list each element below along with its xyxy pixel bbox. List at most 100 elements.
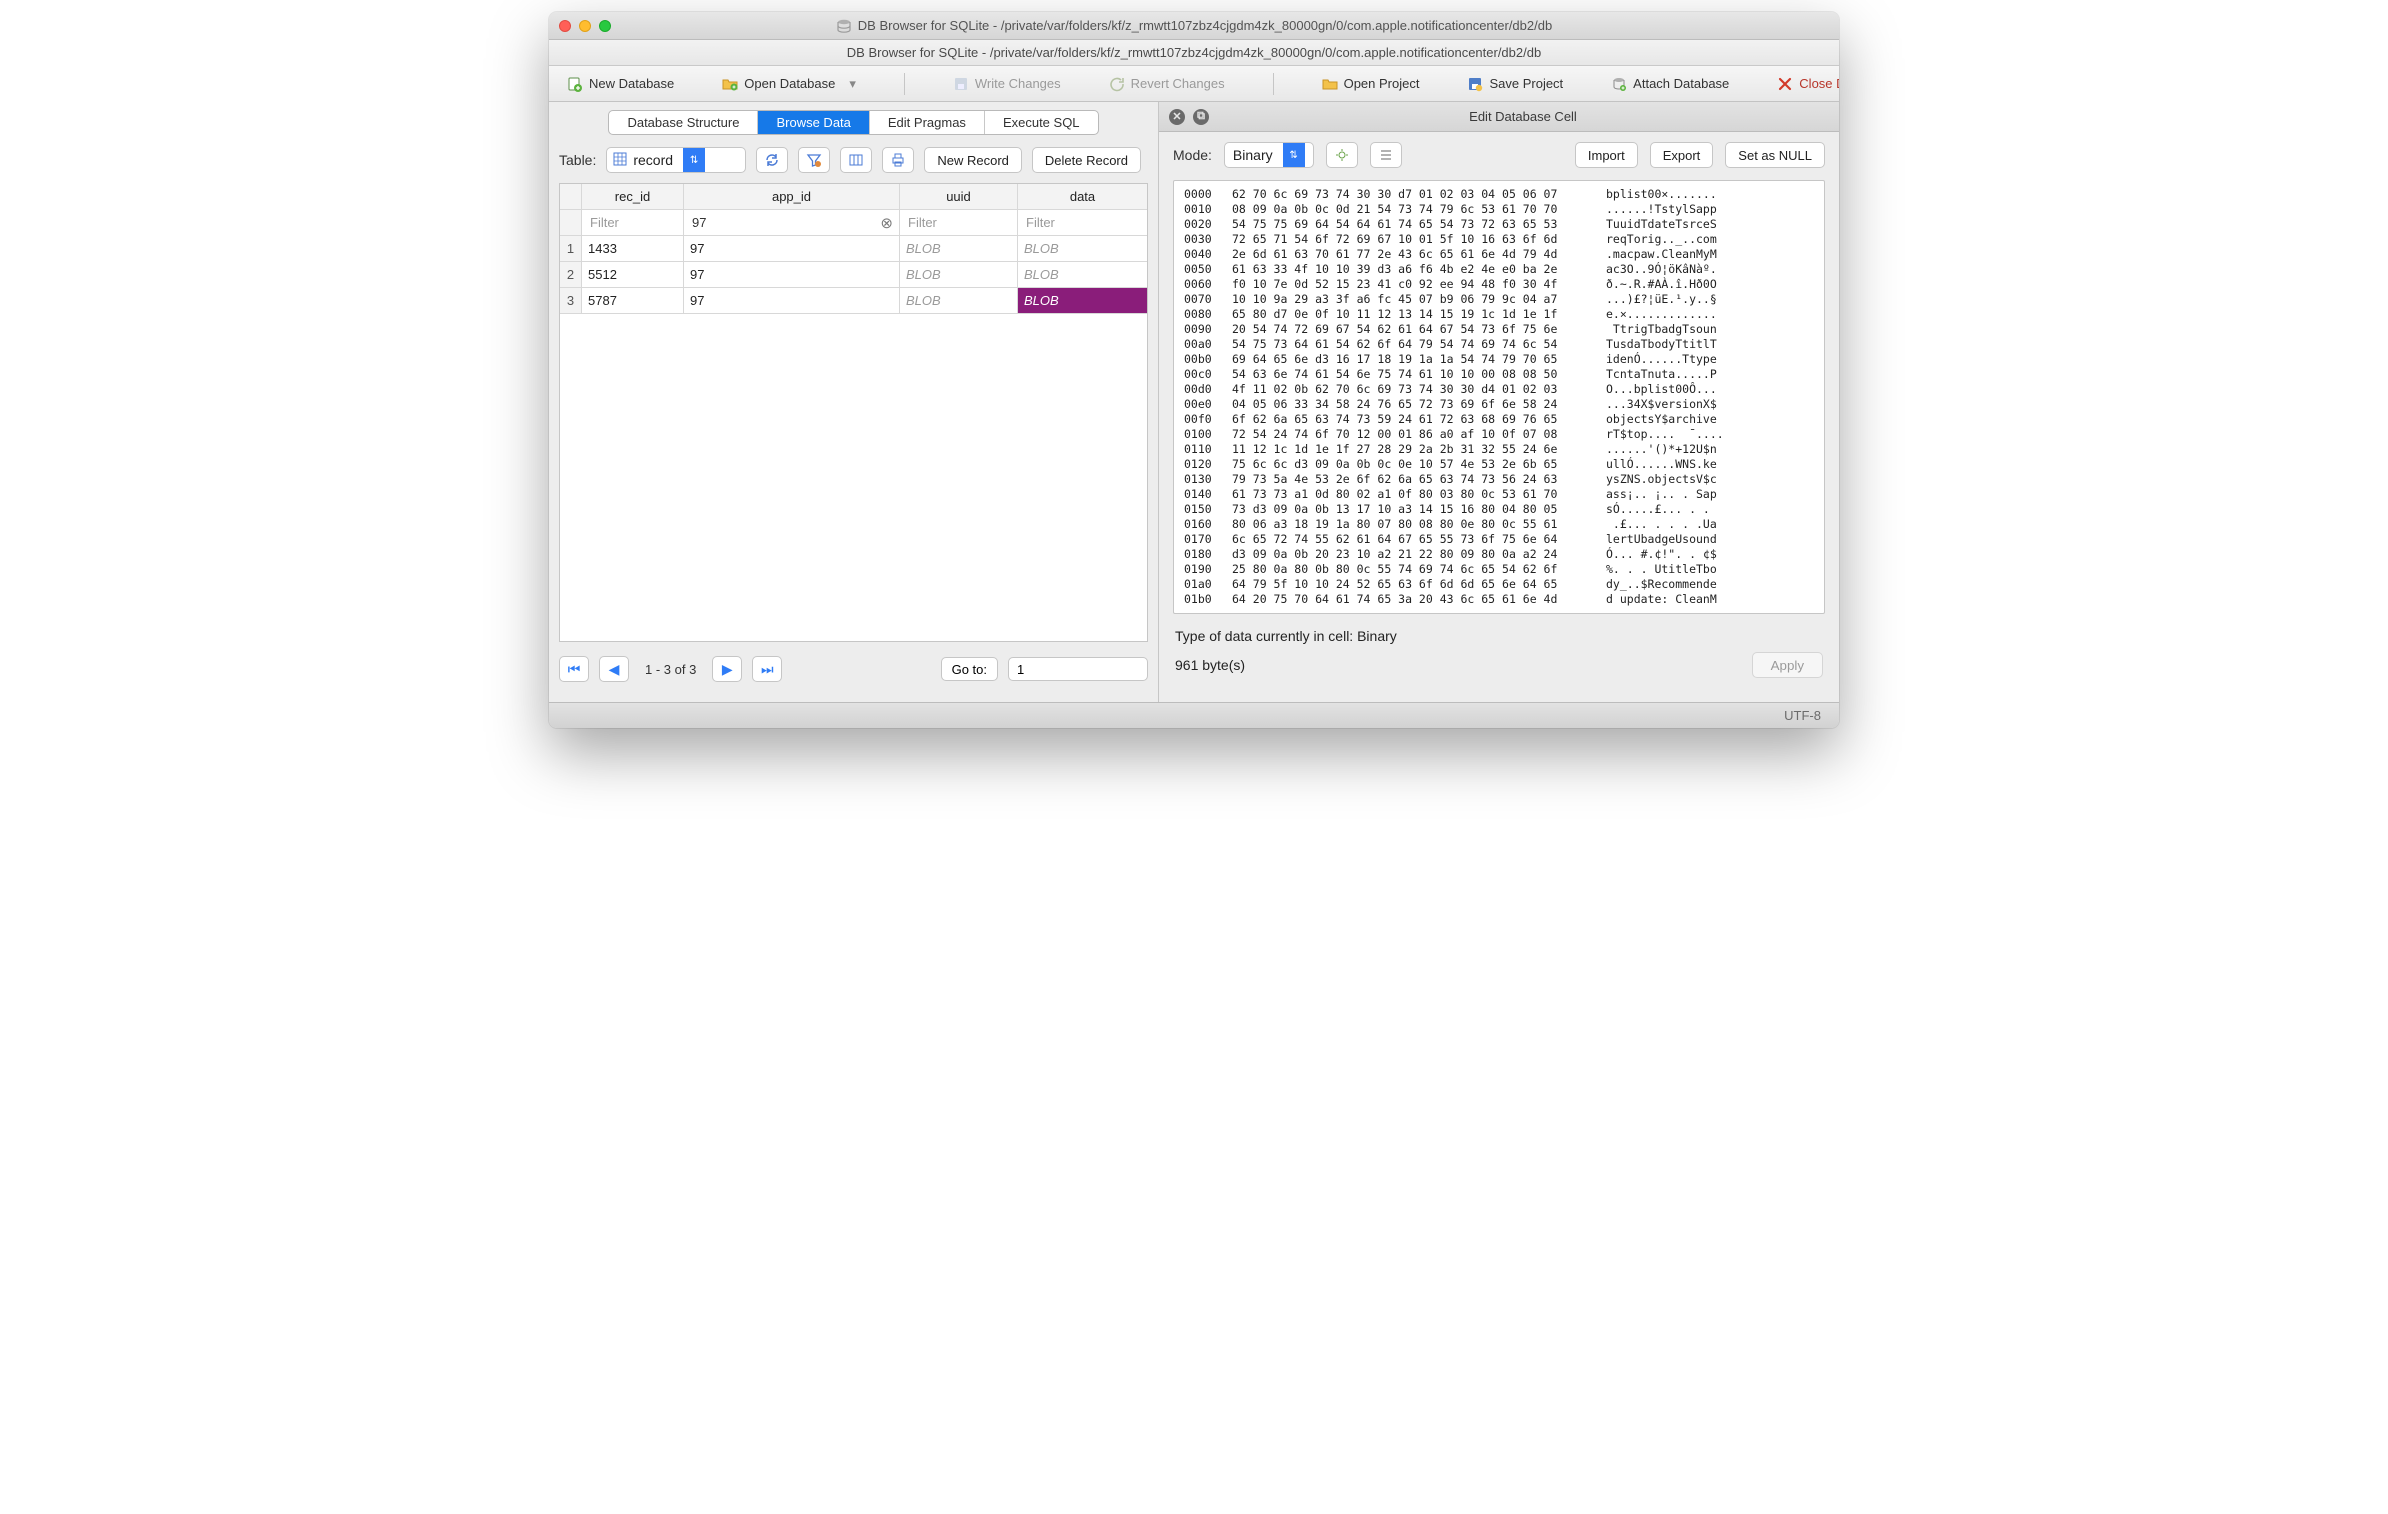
encoding-indicator[interactable]: UTF-8 bbox=[1784, 708, 1821, 723]
pager: ⏮ ◀ 1 - 3 of 3 ▶ ⏭ Go to: bbox=[549, 642, 1158, 702]
grid-header-row: rec_id app_id uuid data bbox=[560, 184, 1147, 210]
cell-uuid[interactable]: BLOB bbox=[900, 262, 1018, 287]
main-tabs: Database Structure Browse Data Edit Prag… bbox=[549, 102, 1158, 141]
traffic-lights bbox=[559, 20, 611, 32]
table-row[interactable]: 3 5787 97 BLOB BLOB bbox=[560, 288, 1147, 314]
tab-database-structure[interactable]: Database Structure bbox=[609, 111, 758, 134]
prev-page-button[interactable]: ◀ bbox=[599, 656, 629, 682]
delete-record-button[interactable]: Delete Record bbox=[1032, 147, 1141, 173]
cell-uuid[interactable]: BLOB bbox=[900, 236, 1018, 261]
col-header-rec-id[interactable]: rec_id bbox=[582, 184, 684, 209]
cell-rec-id[interactable]: 5787 bbox=[582, 288, 684, 313]
filter-uuid[interactable] bbox=[900, 210, 1018, 235]
apply-button: Apply bbox=[1752, 652, 1823, 678]
revert-icon bbox=[1109, 76, 1125, 92]
import-button[interactable]: Import bbox=[1575, 142, 1638, 168]
cell-app-id[interactable]: 97 bbox=[684, 262, 900, 287]
new-record-button[interactable]: New Record bbox=[924, 147, 1022, 173]
open-database-icon bbox=[722, 76, 738, 92]
clear-filter-icon[interactable]: ⊗ bbox=[880, 214, 893, 232]
save-icon bbox=[953, 76, 969, 92]
cell-editor-toolbar: Mode: Binary ⇅ Import Export Set as NULL bbox=[1159, 132, 1839, 174]
main-toolbar: New Database Open Database Write Changes… bbox=[549, 66, 1839, 102]
table-row[interactable]: 1 1433 97 BLOB BLOB bbox=[560, 236, 1147, 262]
table-icon bbox=[607, 152, 633, 169]
new-database-icon bbox=[567, 76, 583, 92]
cell-data[interactable]: BLOB bbox=[1018, 236, 1147, 261]
cell-type-status: Type of data currently in cell: Binary bbox=[1159, 624, 1839, 648]
zoom-window-button[interactable] bbox=[599, 20, 611, 32]
refresh-button[interactable] bbox=[756, 147, 788, 173]
auto-format-button[interactable] bbox=[1326, 142, 1358, 168]
cell-uuid[interactable]: BLOB bbox=[900, 288, 1018, 313]
attach-icon bbox=[1611, 76, 1627, 92]
mode-select[interactable]: Binary ⇅ bbox=[1224, 142, 1314, 168]
close-icon bbox=[1777, 76, 1793, 92]
table-row[interactable]: 2 5512 97 BLOB BLOB bbox=[560, 262, 1147, 288]
goto-button[interactable]: Go to: bbox=[941, 657, 998, 681]
cell-editor-title: Edit Database Cell bbox=[1217, 109, 1829, 124]
detach-panel-icon[interactable]: ⧉ bbox=[1193, 109, 1209, 125]
tab-browse-data[interactable]: Browse Data bbox=[758, 111, 869, 134]
cell-app-id[interactable]: 97 bbox=[684, 236, 900, 261]
cell-rec-id[interactable]: 1433 bbox=[582, 236, 684, 261]
printer-icon bbox=[890, 152, 906, 168]
filter-input-rec-id[interactable] bbox=[588, 214, 677, 231]
table-select[interactable]: record ⇅ bbox=[606, 147, 746, 173]
first-page-button[interactable]: ⏮ bbox=[559, 656, 589, 682]
hex-viewer[interactable]: 000062 70 6c 69 73 74 30 30 d7 01 02 03 … bbox=[1173, 180, 1825, 614]
open-database-button[interactable]: Open Database bbox=[718, 74, 860, 94]
open-project-button[interactable]: Open Project bbox=[1318, 74, 1424, 94]
app-window: DB Browser for SQLite - /private/var/fol… bbox=[549, 12, 1839, 728]
save-view-button[interactable] bbox=[840, 147, 872, 173]
export-button[interactable]: Export bbox=[1650, 142, 1714, 168]
goto-input[interactable] bbox=[1008, 657, 1148, 681]
col-header-uuid[interactable]: uuid bbox=[900, 184, 1018, 209]
indent-icon bbox=[1378, 147, 1394, 163]
cell-editor-header: ✕ ⧉ Edit Database Cell bbox=[1159, 102, 1839, 132]
close-window-button[interactable] bbox=[559, 20, 571, 32]
columns-icon bbox=[848, 152, 864, 168]
content-area: Database Structure Browse Data Edit Prag… bbox=[549, 102, 1839, 702]
new-database-button[interactable]: New Database bbox=[563, 74, 678, 94]
tab-execute-sql[interactable]: Execute SQL bbox=[985, 111, 1098, 134]
cell-data-selected[interactable]: BLOB bbox=[1018, 288, 1147, 313]
clear-filters-button[interactable] bbox=[798, 147, 830, 173]
filter-input-uuid[interactable] bbox=[906, 214, 1011, 231]
minimize-window-button[interactable] bbox=[579, 20, 591, 32]
statusbar: UTF-8 bbox=[549, 702, 1839, 728]
cell-rec-id[interactable]: 5512 bbox=[582, 262, 684, 287]
filter-rec-id[interactable] bbox=[582, 210, 684, 235]
col-header-data[interactable]: data bbox=[1018, 184, 1147, 209]
window-title: DB Browser for SQLite - /private/var/fol… bbox=[549, 18, 1839, 34]
document-titlebar: DB Browser for SQLite - /private/var/fol… bbox=[549, 40, 1839, 66]
mode-label: Mode: bbox=[1173, 147, 1212, 163]
funnel-clear-icon bbox=[806, 152, 822, 168]
print-button[interactable] bbox=[882, 147, 914, 173]
save-project-button[interactable]: Save Project bbox=[1463, 74, 1567, 94]
toolbar-separator bbox=[904, 73, 905, 95]
refresh-icon bbox=[764, 152, 780, 168]
row-number: 3 bbox=[560, 288, 582, 313]
database-icon bbox=[836, 18, 852, 34]
indent-button[interactable] bbox=[1370, 142, 1402, 168]
close-database-button[interactable]: Close Database bbox=[1773, 74, 1839, 94]
row-range: 1 - 3 of 3 bbox=[639, 662, 702, 677]
mode-value: Binary bbox=[1225, 147, 1283, 163]
titlebar: DB Browser for SQLite - /private/var/fol… bbox=[549, 12, 1839, 40]
attach-database-button[interactable]: Attach Database bbox=[1607, 74, 1733, 94]
col-header-app-id[interactable]: app_id bbox=[684, 184, 900, 209]
filter-input-app-id[interactable] bbox=[690, 214, 876, 231]
filter-app-id[interactable]: ⊗ bbox=[684, 210, 900, 235]
close-panel-icon[interactable]: ✕ bbox=[1169, 109, 1185, 125]
filter-data[interactable] bbox=[1018, 210, 1147, 235]
tab-edit-pragmas[interactable]: Edit Pragmas bbox=[870, 111, 985, 134]
data-grid: rec_id app_id uuid data ⊗ bbox=[559, 183, 1148, 478]
cell-data[interactable]: BLOB bbox=[1018, 262, 1147, 287]
last-page-button[interactable]: ⏭ bbox=[752, 656, 782, 682]
cell-app-id[interactable]: 97 bbox=[684, 288, 900, 313]
browse-toolbar: Table: record ⇅ bbox=[549, 141, 1158, 179]
next-page-button[interactable]: ▶ bbox=[712, 656, 742, 682]
set-null-button[interactable]: Set as NULL bbox=[1725, 142, 1825, 168]
filter-input-data[interactable] bbox=[1024, 214, 1141, 231]
